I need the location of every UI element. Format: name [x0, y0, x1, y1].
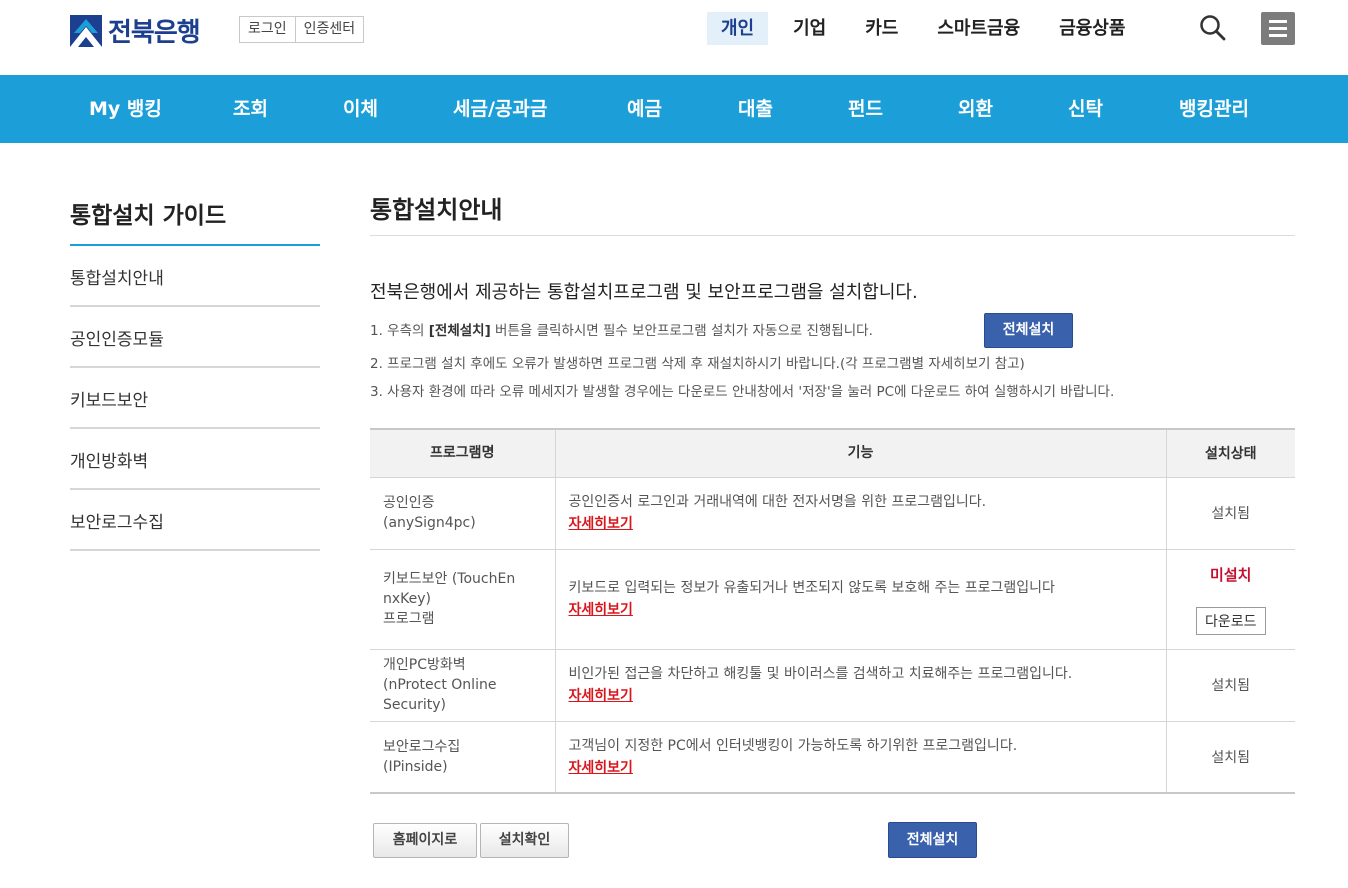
note-1: 1. 우측의 [전체설치] 버튼을 클릭하시면 필수 보안프로그램 설치가 자동…: [370, 319, 873, 339]
hamburger-menu-icon[interactable]: [1261, 12, 1295, 45]
program-name: 개인PC방화벽 (nProtect Online Security): [370, 648, 556, 721]
table-row: 보안로그수집 (IPinside) 고객님이 지정한 PC에서 인터넷뱅킹이 가능…: [370, 720, 1295, 793]
header-install-status: 설치상태: [1166, 429, 1295, 478]
login-link[interactable]: 로그인: [240, 17, 295, 42]
note-1-pre: 1. 우측의: [370, 323, 429, 339]
sidebar-item-install-guide[interactable]: 통합설치안내: [70, 246, 320, 307]
program-name-line1: 보안로그수집: [383, 738, 461, 755]
note-1-post: 버튼을 클릭하시면 필수 보안프로그램 설치가 자동으로 진행됩니다.: [490, 323, 873, 339]
sidebar-title: 통합설치 가이드: [70, 203, 227, 229]
gnb-deposit[interactable]: 예금: [627, 75, 662, 143]
page-title: 통합설치안내: [370, 196, 503, 224]
program-desc-text: 비인가된 접근을 차단하고 해킹툴 및 바이러스를 검색하고 치료해주는 프로그…: [568, 666, 1073, 682]
install-status: 설치됨: [1166, 720, 1295, 793]
header-program-name: 프로그램명: [370, 429, 556, 478]
gnb-my-banking[interactable]: My 뱅킹: [89, 75, 162, 143]
gnb-banking-management[interactable]: 뱅킹관리: [1179, 75, 1249, 143]
program-name-line1: 키보드보안 (TouchEn: [383, 571, 516, 587]
detail-link[interactable]: 자세히보기: [569, 760, 633, 776]
program-name-line3: 프로그램: [383, 611, 435, 627]
program-desc: 비인가된 접근을 차단하고 해킹툴 및 바이러스를 검색하고 치료해주는 프로그…: [555, 648, 1167, 721]
header-function: 기능: [555, 429, 1167, 478]
cert-center-link[interactable]: 인증센터: [294, 17, 364, 42]
logo-text: 전북은행: [108, 18, 201, 48]
note-3: 3. 사용자 환경에 따라 오류 메세지가 발생할 경우에는 다운로드 안내창에…: [370, 384, 1115, 400]
sidebar-item-firewall[interactable]: 개인방화벽: [70, 429, 320, 490]
top-header: 전북은행 로그인 인증센터 개인 기업 카드 스마트금융 금융상품: [0, 0, 1348, 75]
table-header-row: 프로그램명 기능 설치상태: [370, 429, 1295, 478]
install-status: 설치됨: [1166, 476, 1295, 549]
top-nav: 개인 기업 카드 스마트금융 금융상품: [707, 12, 1150, 45]
bank-logo[interactable]: 전북은행: [70, 12, 201, 49]
program-name-line2: nxKey): [383, 591, 432, 607]
title-divider: [370, 235, 1295, 236]
install-status: 미설치다운로드: [1166, 548, 1295, 649]
gnb-fund[interactable]: 펀드: [848, 75, 883, 143]
program-desc-text: 키보드로 입력되는 정보가 유출되거나 변조되지 않도록 보호해 주는 프로그램…: [568, 580, 1055, 596]
program-desc-text: 고객님이 지정한 PC에서 인터넷뱅킹이 가능하도록 하기위한 프로그램입니다.: [568, 737, 1018, 754]
program-desc: 키보드로 입력되는 정보가 유출되거나 변조되지 않도록 보호해 주는 프로그램…: [555, 548, 1167, 649]
install-all-button-top[interactable]: 전체설치: [984, 313, 1073, 348]
status-not-installed: 미설치: [1210, 565, 1252, 584]
note-1-bold: [전체설치]: [428, 323, 491, 339]
main-nav: My 뱅킹 조회 이체 세금/공과금 예금 대출 펀드 외환 신탁 뱅킹관리: [0, 75, 1348, 143]
program-table: 프로그램명 기능 설치상태 공인인증 (anySign4pc) 공인인증서 로그인…: [370, 428, 1295, 794]
program-name: 보안로그수집 (IPinside): [370, 720, 556, 793]
gnb-transfer[interactable]: 이체: [343, 75, 378, 143]
top-nav-card[interactable]: 카드: [851, 12, 912, 45]
lead-text: 전북은행에서 제공하는 통합설치프로그램 및 보안프로그램을 설치합니다.: [370, 282, 918, 303]
detail-link[interactable]: 자세히보기: [569, 602, 633, 618]
home-button[interactable]: 홈페이지로: [373, 823, 477, 858]
top-nav-products[interactable]: 금융상품: [1045, 12, 1139, 45]
sidebar-menu: 통합설치안내 공인인증모듈 키보드보안 개인방화벽 보안로그수집: [70, 246, 320, 551]
top-nav-smart-finance[interactable]: 스마트금융: [923, 12, 1034, 45]
detail-link[interactable]: 자세히보기: [569, 688, 633, 704]
search-icon[interactable]: [1199, 14, 1227, 42]
detail-link[interactable]: 자세히보기: [569, 516, 633, 532]
table-row: 공인인증 (anySign4pc) 공인인증서 로그인과 거래내역에 대한 전자서…: [370, 476, 1295, 549]
top-nav-corporate[interactable]: 기업: [779, 12, 840, 45]
program-name-line1: 공인인증: [383, 495, 435, 511]
program-desc-text: 공인인증서 로그인과 거래내역에 대한 전자서명을 위한 프로그램입니다.: [568, 494, 987, 510]
install-check-button[interactable]: 설치확인: [480, 823, 569, 858]
install-status: 설치됨: [1166, 648, 1295, 721]
gnb-inquiry[interactable]: 조회: [233, 75, 268, 143]
gnb-tax[interactable]: 세금/공과금: [453, 75, 547, 143]
note-2: 2. 프로그램 설치 후에도 오류가 발생하면 프로그램 삭제 후 재설치하시기…: [370, 356, 1025, 372]
gnb-trust[interactable]: 신탁: [1068, 75, 1103, 143]
top-nav-personal[interactable]: 개인: [707, 12, 769, 45]
sidebar-item-security-log[interactable]: 보안로그수집: [70, 490, 320, 551]
download-button[interactable]: 다운로드: [1195, 606, 1266, 635]
program-desc: 고객님이 지정한 PC에서 인터넷뱅킹이 가능하도록 하기위한 프로그램입니다.…: [555, 720, 1167, 793]
gnb-loan[interactable]: 대출: [738, 75, 773, 143]
program-desc: 공인인증서 로그인과 거래내역에 대한 전자서명을 위한 프로그램입니다. 자세히…: [555, 476, 1167, 549]
program-name: 키보드보안 (TouchEn nxKey) 프로그램: [370, 548, 556, 649]
table-row: 개인PC방화벽 (nProtect Online Security) 비인가된 접…: [370, 648, 1295, 721]
program-name-line1: 개인PC방화벽: [383, 657, 466, 673]
sidebar-item-keyboard-security[interactable]: 키보드보안: [70, 368, 320, 429]
program-name-line2: (IPinside): [383, 758, 448, 775]
auth-links: 로그인 인증센터: [239, 16, 365, 43]
sidebar-item-cert-module[interactable]: 공인인증모듈: [70, 307, 320, 368]
table-row: 키보드보안 (TouchEn nxKey) 프로그램 키보드로 입력되는 정보가 유…: [370, 548, 1295, 649]
program-name-line2: (nProtect Online Security): [383, 677, 497, 713]
logo-mark-icon: [70, 14, 102, 47]
gnb-foreign-exchange[interactable]: 외환: [958, 75, 993, 143]
program-name-line2: (anySign4pc): [383, 515, 476, 531]
install-all-button-bottom[interactable]: 전체설치: [888, 822, 977, 858]
program-name: 공인인증 (anySign4pc): [370, 476, 556, 549]
